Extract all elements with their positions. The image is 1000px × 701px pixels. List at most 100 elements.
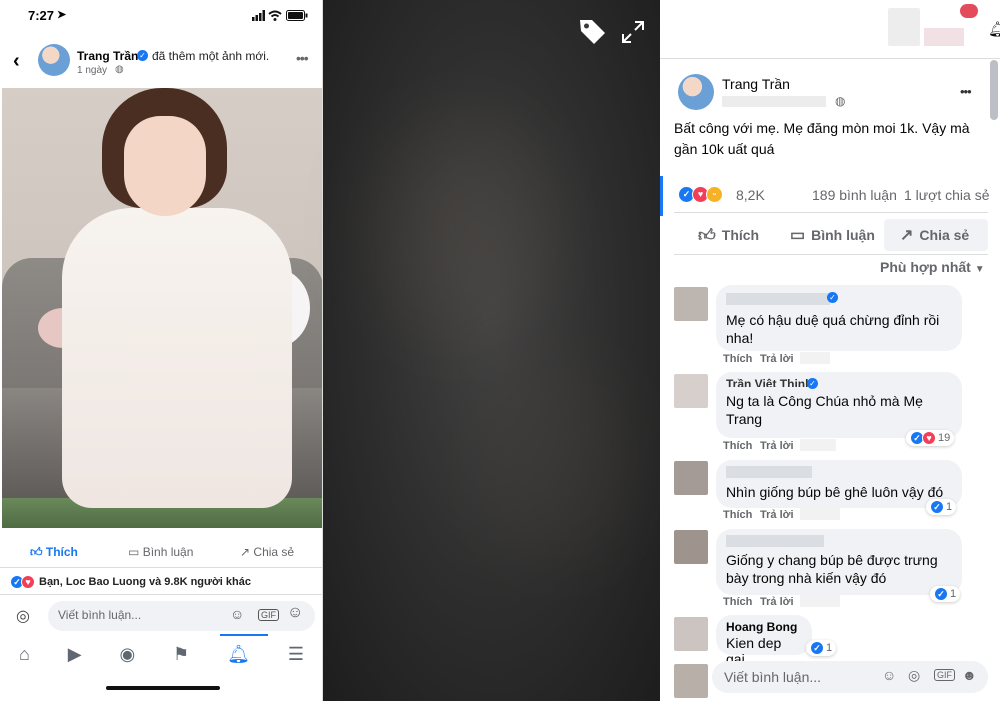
- gif-icon[interactable]: GIF: [934, 669, 955, 681]
- post-detail-panel: 🔔︎ Trang Trần ◍ ••• Bất công với mẹ. Mẹ …: [660, 0, 1000, 701]
- comment-like-link[interactable]: Thích: [723, 509, 752, 521]
- gif-icon[interactable]: GIF: [258, 609, 279, 621]
- share-count[interactable]: 1 lượt chia sẻ: [904, 187, 989, 203]
- commenter-name[interactable]: Hoang Bong: [726, 619, 802, 635]
- avatar[interactable]: [38, 44, 70, 76]
- blurred-time: [800, 508, 840, 520]
- comment-like-link[interactable]: Thích: [723, 596, 752, 608]
- comment-text: Giống y chang búp bê được trưng bày tron…: [726, 552, 938, 586]
- bottom-nav: ⌂ ▶ ◉ ⚑ 🔔︎ ☰: [0, 640, 322, 668]
- more-options-icon[interactable]: •••: [960, 84, 972, 99]
- like-reaction-icon: ✓: [930, 500, 944, 514]
- share-icon: ↗: [900, 227, 914, 244]
- blurred-name: [726, 535, 824, 547]
- post-author[interactable]: Trang Trần: [722, 76, 790, 92]
- author-avatar[interactable]: [678, 74, 714, 110]
- blurred-timestamp: [722, 96, 826, 107]
- thumbs-up-icon: 👍︎: [698, 225, 716, 245]
- comment-bubble: Nhìn giống búp bê ghê luôn vậy đó: [716, 460, 962, 508]
- globe-icon: ◍: [115, 64, 124, 75]
- watch-icon[interactable]: ▶: [68, 644, 82, 665]
- commenter-avatar[interactable]: [674, 617, 708, 651]
- commenter-avatar[interactable]: [674, 374, 708, 408]
- comment-button[interactable]: ▭ Bình luận: [790, 222, 875, 248]
- comment-reply-link[interactable]: Trả lời: [760, 440, 794, 452]
- comment-reactions[interactable]: ✓ 1: [930, 586, 961, 602]
- comment-button[interactable]: ▭ Bình luận: [128, 545, 193, 559]
- pages-flag-icon[interactable]: ⚑: [173, 644, 189, 665]
- share-button[interactable]: ↗ Chia sẻ: [240, 545, 294, 559]
- sort-comments-dropdown[interactable]: Phù hợp nhất ▼: [880, 259, 985, 275]
- post-caption: Bất công với mẹ. Mẹ đăng mòn moi 1k. Vậy…: [674, 120, 970, 157]
- comment-reply-link[interactable]: Trả lời: [760, 509, 794, 521]
- haha-reaction-icon: ᵕ: [706, 186, 723, 203]
- comment-icon: ▭: [790, 227, 806, 244]
- sticker-icon[interactable]: ☺: [230, 606, 244, 622]
- back-arrow-icon[interactable]: ‹: [13, 50, 20, 73]
- my-avatar[interactable]: [674, 664, 708, 698]
- like-button[interactable]: 👍︎ Thích: [698, 222, 759, 248]
- love-reaction-icon: ♥: [21, 575, 35, 589]
- comment-reply-link[interactable]: Trả lời: [760, 596, 794, 608]
- divider: [674, 254, 988, 255]
- blurred-region: [888, 8, 920, 46]
- comment-count[interactable]: 189 bình luận: [812, 187, 897, 203]
- comment-reactions[interactable]: ✓ 1: [806, 640, 837, 656]
- commenter-avatar[interactable]: [674, 461, 708, 495]
- post-time[interactable]: 1 ngày: [77, 65, 107, 76]
- divider: [674, 212, 988, 213]
- commenter-avatar[interactable]: [674, 530, 708, 564]
- bell-icon[interactable]: 🔔︎: [988, 20, 1000, 38]
- active-tab-indicator: [220, 634, 268, 636]
- author-name[interactable]: Trang Trần: [77, 49, 138, 63]
- comment-text: Ng ta là Công Chúa nhỏ mà Mẹ Trang: [726, 393, 923, 427]
- verified-badge-icon: ✓: [827, 292, 838, 303]
- comment-text: Mẹ có hậu duệ quá chừng đỉnh rồi nha!: [726, 312, 940, 346]
- blurred-time: [800, 595, 840, 607]
- sticker-icon[interactable]: ☻: [962, 667, 977, 683]
- post-action-text: đã thêm một ảnh mới.: [152, 49, 270, 63]
- notification-badge: [960, 4, 978, 18]
- blur-shape: [383, 120, 543, 340]
- divider: [0, 567, 322, 568]
- emoji-icon[interactable]: ☺: [882, 667, 896, 683]
- groups-icon[interactable]: ◉: [119, 644, 135, 665]
- commenter-avatar[interactable]: [674, 287, 708, 321]
- comment-bubble: Hoang Bong Kien dep gai: [716, 615, 812, 667]
- emoji-icon[interactable]: ☺: [287, 604, 303, 622]
- comment-bubble: Mẹ có hậu duệ quá chừng đỉnh rồi nha!: [716, 285, 962, 351]
- phone-screenshot: 7:27 ➤ ‹ Trang Trần ✓ đã thêm một ảnh mớ…: [0, 0, 323, 701]
- more-options-icon[interactable]: •••: [296, 50, 309, 66]
- write-comment-input[interactable]: Viết bình luận... ☺ ◎ GIF ☻: [712, 661, 988, 693]
- write-comment-placeholder: Viết bình luận...: [724, 669, 822, 685]
- divider: [0, 594, 322, 595]
- tag-icon[interactable]: [577, 16, 607, 46]
- comment-reactions[interactable]: ✓ 1: [926, 499, 957, 515]
- post-photo[interactable]: [2, 88, 322, 528]
- verified-badge-icon: ✓: [137, 50, 148, 61]
- share-button[interactable]: ↗ Chia sẻ: [900, 222, 969, 248]
- divider: [660, 58, 1000, 59]
- reaction-icons[interactable]: ✓ ♥ ᵕ: [678, 186, 723, 203]
- location-arrow-icon: ➤: [57, 9, 67, 21]
- camera-icon[interactable]: ◎: [908, 667, 920, 684]
- photo-viewer[interactable]: [323, 0, 660, 701]
- signal-icon: [252, 10, 265, 21]
- scrollbar-thumb[interactable]: [990, 60, 998, 120]
- fullscreen-icon[interactable]: [622, 21, 644, 43]
- reactions-summary[interactable]: ✓ ♥ Bạn, Loc Bao Luong và 9.8K người khác: [10, 575, 251, 589]
- comment-reactions[interactable]: ✓ ♥ 19: [906, 430, 955, 446]
- blur-shape: [483, 360, 623, 560]
- verified-badge-icon: ✓: [807, 378, 818, 389]
- commenter-name[interactable]: Trần Việt Thịnh: [726, 378, 952, 387]
- notifications-bell-icon[interactable]: 🔔︎: [227, 644, 250, 665]
- comment-like-link[interactable]: Thích: [723, 353, 752, 365]
- home-icon[interactable]: ⌂: [19, 644, 30, 665]
- comment-like-link[interactable]: Thích: [723, 440, 752, 452]
- reaction-count[interactable]: 8,2K: [736, 187, 765, 203]
- comment-reply-link[interactable]: Trả lời: [760, 353, 794, 365]
- like-button[interactable]: 👍︎ Thích: [30, 545, 78, 560]
- camera-icon[interactable]: ◎: [16, 606, 30, 626]
- menu-icon[interactable]: ☰: [288, 644, 304, 665]
- thumbs-up-icon: 👍︎: [30, 545, 43, 559]
